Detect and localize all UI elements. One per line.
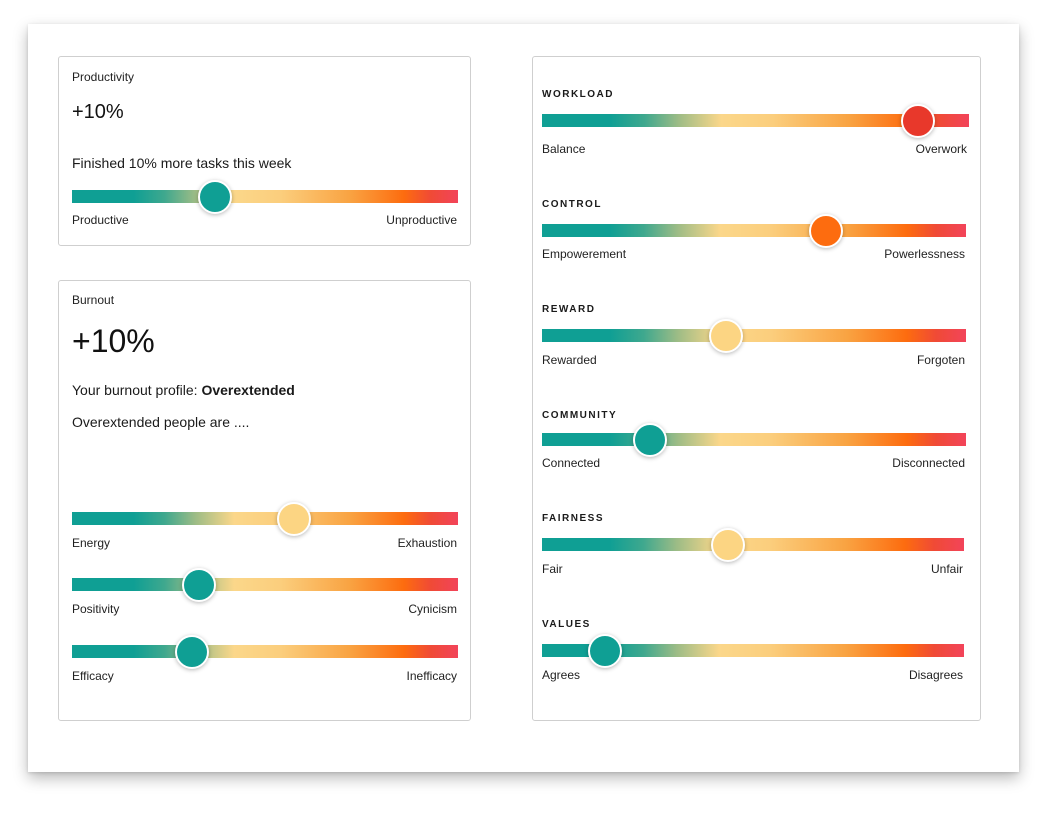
slider-right-label: Disconnected: [892, 456, 965, 470]
workload-slider[interactable]: [542, 103, 969, 138]
slider-left-label: Agrees: [542, 668, 581, 682]
control-slider[interactable]: [542, 213, 966, 248]
control-title: CONTROL: [542, 199, 602, 210]
burnout-card: Burnout +10% Your burnout profile: Overe…: [58, 280, 471, 721]
slider-left-label: Fair: [542, 562, 563, 576]
slider-left-label: Positivity: [72, 602, 120, 616]
slider-left-label: Energy: [72, 536, 111, 550]
slider-left-label: Productive: [72, 213, 129, 227]
workload-title: WORKLOAD: [542, 89, 614, 100]
slider-track[interactable]: [72, 645, 458, 658]
slider-track[interactable]: [542, 538, 964, 551]
slider-thumb[interactable]: [588, 633, 623, 668]
slider-left-label: Empowerement: [542, 247, 627, 261]
slider-track[interactable]: [72, 578, 458, 591]
burnout-profile: Your burnout profile: Overextended: [72, 382, 295, 398]
community-slider[interactable]: [542, 422, 966, 457]
fairness-title: FAIRNESS: [542, 513, 605, 524]
productivity-value: +10%: [72, 101, 124, 123]
values-title: VALUES: [542, 619, 591, 630]
slider-thumb[interactable]: [633, 422, 668, 457]
slider-thumb[interactable]: [197, 179, 232, 214]
slider-right-label: Inefficacy: [406, 669, 457, 683]
slider-left-label: Efficacy: [72, 669, 114, 683]
slider-right-label: Forgoten: [916, 353, 965, 367]
slider-track[interactable]: [542, 224, 966, 237]
slider-right-label: Unfair: [930, 562, 963, 576]
burnout-title: Burnout: [72, 293, 115, 307]
burnout-profile-description: Overextended people are ....: [72, 414, 250, 430]
efficacy-slider[interactable]: [72, 634, 458, 669]
slider-right-label: Cynicism: [408, 602, 457, 616]
energy-slider[interactable]: [72, 501, 458, 536]
values-slider[interactable]: [542, 633, 964, 668]
slider-thumb[interactable]: [276, 501, 311, 536]
positivity-slider[interactable]: [72, 567, 458, 602]
productivity-title: Productivity: [72, 70, 135, 84]
reward-title: REWARD: [542, 304, 596, 315]
burnout-profile-prefix: Your burnout profile:: [72, 382, 202, 398]
slider-track[interactable]: [542, 433, 966, 446]
community-title: COMMUNITY: [542, 410, 618, 421]
slider-thumb[interactable]: [709, 318, 744, 353]
slider-thumb[interactable]: [809, 213, 844, 248]
slider-thumb[interactable]: [710, 527, 745, 562]
productivity-slider[interactable]: [72, 179, 458, 214]
reward-slider[interactable]: [542, 318, 966, 353]
slider-track[interactable]: [542, 329, 966, 342]
slider-thumb[interactable]: [174, 634, 209, 669]
dashboard-sheet: Productivity +10% Finished 10% more task…: [28, 24, 1019, 772]
fairness-slider[interactable]: [542, 527, 964, 562]
burnout-value: +10%: [72, 323, 155, 359]
slider-right-label: Overwork: [915, 142, 967, 156]
slider-right-label: Unproductive: [386, 213, 457, 227]
slider-right-label: Disagrees: [908, 668, 963, 682]
slider-track[interactable]: [72, 190, 458, 203]
slider-track[interactable]: [72, 512, 458, 525]
slider-right-label: Exhaustion: [397, 536, 457, 550]
slider-thumb[interactable]: [182, 567, 217, 602]
slider-left-label: Rewarded: [542, 353, 597, 367]
slider-right-label: Powerlessness: [884, 247, 965, 261]
slider-left-label: Balance: [542, 142, 586, 156]
productivity-description: Finished 10% more tasks this week: [72, 155, 292, 171]
slider-left-label: Connected: [542, 456, 601, 470]
productivity-card: Productivity +10% Finished 10% more task…: [58, 56, 471, 246]
slider-thumb[interactable]: [900, 103, 935, 138]
categories-card: WORKLOAD Balance Overwork CONTROL Empowe…: [532, 56, 981, 721]
burnout-profile-name: Overextended: [201, 382, 295, 398]
